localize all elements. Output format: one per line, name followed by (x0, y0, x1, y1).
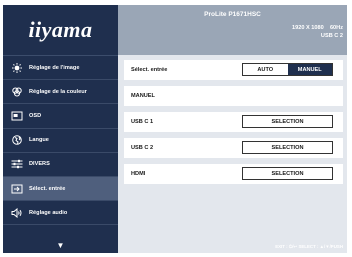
input-select-label: Sélect. entrée (131, 67, 168, 73)
manual-label: MANUEL (131, 93, 155, 99)
sidebar-item-input-select[interactable]: Sélect. entrée (3, 176, 118, 202)
sidebar-item-image[interactable]: Réglage de l'image (3, 56, 118, 81)
input-select-row: Sélect. entrée AUTO MANUEL (124, 60, 343, 80)
sidebar-item-label: Langue (29, 137, 49, 144)
sidebar: iiyama Réglage de l'image Réglage de la … (3, 5, 118, 253)
color-palette-icon (11, 87, 23, 97)
input-mode-toggle: AUTO MANUEL (242, 63, 333, 76)
sidebar-item-osd[interactable]: OSD (3, 104, 118, 129)
signal-info: 1920 X 1080 60Hz USB C 2 (292, 24, 343, 40)
sidebar-nav: Réglage de l'image Réglage de la couleur… (3, 56, 118, 226)
settings-panel: ProLite P1671HSC 1920 X 1080 60Hz USB C … (118, 5, 347, 253)
manual-row: MANUEL (124, 86, 343, 106)
sidebar-item-label: DIVERS (29, 161, 50, 168)
settings-sliders-icon (11, 159, 23, 169)
sidebar-item-misc[interactable]: DIVERS (3, 153, 118, 177)
speaker-icon (11, 207, 23, 218)
sidebar-item-color[interactable]: Réglage de la couleur (3, 80, 118, 105)
scroll-down-arrow-icon[interactable]: ▼ (3, 240, 118, 250)
input-row-hdmi: HDMI SELECTION (124, 164, 343, 184)
input-label: USB C 2 (131, 145, 154, 151)
sidebar-item-audio[interactable]: Réglage audio (3, 201, 118, 226)
select-usbc1-button[interactable]: SELECTION (242, 115, 333, 128)
sidebar-item-language[interactable]: Langue (3, 129, 118, 153)
resolution: 1920 X 1080 (291, 25, 324, 31)
resolution-line: 1920 X 1080 60Hz (292, 24, 343, 32)
brightness-icon (11, 62, 23, 73)
manual-option[interactable]: MANUEL (287, 64, 332, 75)
header: ProLite P1671HSC 1920 X 1080 60Hz USB C … (118, 5, 347, 55)
settings-rows: Sélect. entrée AUTO MANUEL MANUEL USB C … (118, 55, 347, 184)
auto-option[interactable]: AUTO (243, 64, 288, 75)
sidebar-item-label: Réglage de l'image (29, 64, 80, 71)
current-input: USB C 2 (320, 33, 343, 39)
input-label: USB C 1 (131, 119, 154, 125)
globe-icon (11, 135, 23, 145)
input-label: HDMI (131, 171, 146, 177)
select-usbc2-button[interactable]: SELECTION (242, 141, 333, 154)
sidebar-item-label: Réglage audio (29, 209, 68, 216)
brand-logo: iiyama (3, 5, 118, 56)
input-row-usbc2: USB C 2 SELECTION (124, 138, 343, 158)
osd-icon (11, 111, 23, 121)
refresh-rate: 60Hz (329, 25, 343, 31)
model-name: ProLite P1671HSC (204, 11, 261, 18)
control-hint: EXIT : ⏻/↩ SELECT : ▲/▼/PUSH (275, 244, 343, 249)
sidebar-item-label: Réglage de la couleur (29, 88, 87, 95)
sidebar-item-label: Sélect. entrée (29, 185, 66, 192)
input-row-usbc1: USB C 1 SELECTION (124, 112, 343, 132)
sidebar-item-label: OSD (29, 112, 42, 119)
input-select-icon (11, 184, 23, 194)
select-hdmi-button[interactable]: SELECTION (242, 167, 333, 180)
osd-menu: iiyama Réglage de l'image Réglage de la … (3, 5, 347, 253)
